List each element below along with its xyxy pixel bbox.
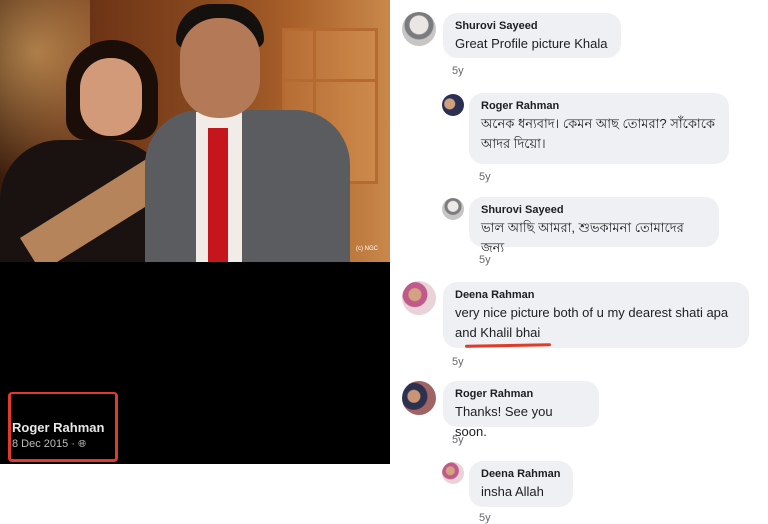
avatar[interactable] [442,94,464,116]
meta-separator: · [71,438,75,450]
post-date[interactable]: 8 Dec 2015 [12,438,68,450]
comment-bubble: Shurovi Sayeed Great Profile picture Kha… [443,13,621,58]
comment-author[interactable]: Roger Rahman [481,99,717,114]
comment-text: Thanks! See you soon. [455,404,553,439]
comment-age[interactable]: 5y [452,356,464,368]
comment-text: very nice picture both of u my dearest s… [455,305,729,340]
comment-text: অনেক ধন্যবাদ। কেমন আছ তোমরা? সাঁকোকে আদর… [481,116,716,151]
comment-author[interactable]: Deena Rahman [481,467,561,482]
comment-age[interactable]: 5y [452,434,464,446]
comment-age[interactable]: 5y [479,171,491,183]
comment-text: insha Allah [481,484,544,499]
profile-photo[interactable]: (c) NGC [0,0,390,262]
avatar[interactable] [442,198,464,220]
post-panel: (c) NGC Roger Rahman 8 Dec 2015 · 🌐︎ [0,0,390,464]
comment-bubble: Roger Rahman Thanks! See you soon. [443,381,599,439]
comment-age[interactable]: 5y [479,254,491,266]
comment-bubble: Roger Rahman অনেক ধন্যবাদ। কেমন আছ তোমরা… [469,93,729,164]
post-meta: 8 Dec 2015 · 🌐︎ [12,438,86,450]
avatar[interactable] [402,281,436,315]
photo-watermark: (c) NGC [356,246,378,252]
avatar[interactable] [402,381,436,415]
comment-bubble: Deena Rahman insha Allah [469,461,573,507]
photo-man-tie [208,128,228,262]
avatar[interactable] [442,462,464,484]
photo-man-face [180,18,260,118]
comment-text: ভাল আছি আমরা, শুভকামনা তোমাদের জন্য [481,220,684,255]
comment-author[interactable]: Shurovi Sayeed [481,203,707,218]
comment-bubble: Deena Rahman very nice picture both of u… [443,282,749,348]
photo-man-suit [145,110,350,262]
avatar[interactable] [402,12,436,46]
comment-bubble: Shurovi Sayeed ভাল আছি আমরা, শুভকামনা তো… [469,197,719,255]
comment-text: Great Profile picture Khala [455,36,608,51]
comment-age[interactable]: 5y [479,512,491,524]
photo-woman-face [80,58,142,136]
poster-name[interactable]: Roger Rahman [12,420,104,435]
comment-author[interactable]: Roger Rahman [455,387,587,402]
globe-icon: 🌐︎ [78,439,87,450]
comment-age[interactable]: 5y [452,65,464,77]
comment-author[interactable]: Shurovi Sayeed [455,19,609,34]
comment-author[interactable]: Deena Rahman [455,288,737,303]
